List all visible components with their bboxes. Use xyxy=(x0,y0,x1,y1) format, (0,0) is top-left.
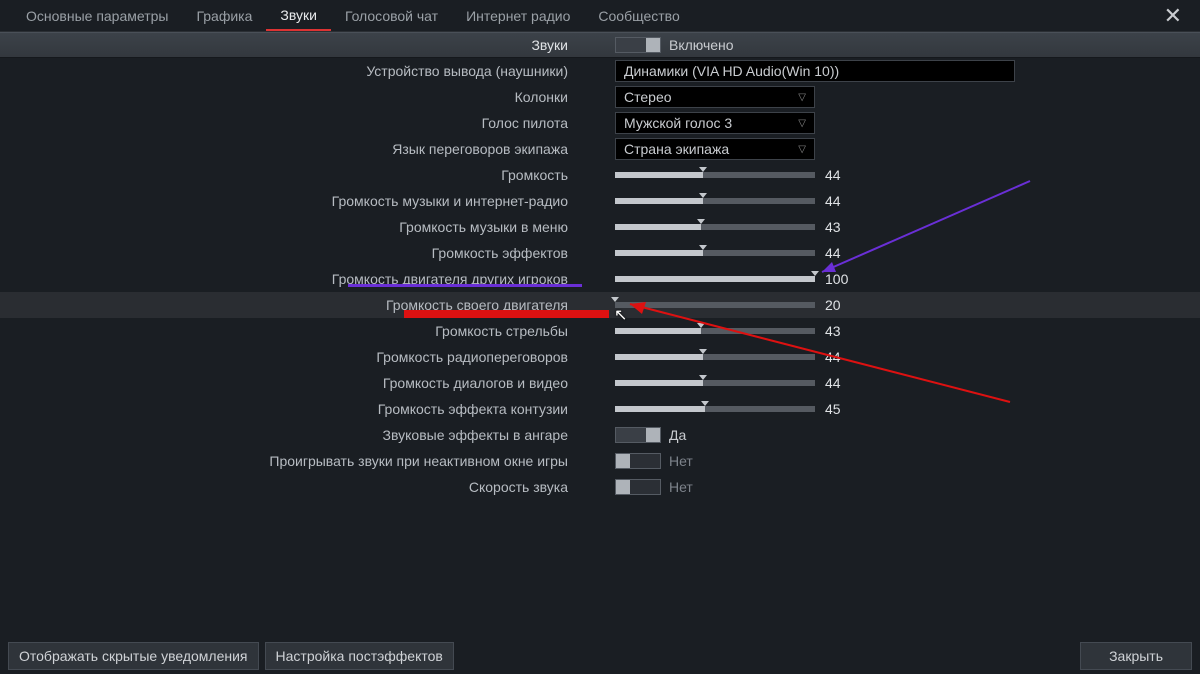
setting-label: Звуковые эффекты в ангаре xyxy=(0,427,580,443)
slider-value: 100 xyxy=(825,271,853,287)
setting-label: Громкость диалогов и видео xyxy=(0,375,580,391)
toggle-switch[interactable] xyxy=(615,479,661,495)
close-button[interactable]: Закрыть xyxy=(1080,642,1192,670)
setting-label: Громкость своего двигателя xyxy=(0,297,580,313)
tab-bar: Основные параметрыГрафикаЗвукиГолосовой … xyxy=(0,0,1200,32)
toggle-label: Нет xyxy=(669,453,693,469)
setting-label: Громкость радиопереговоров xyxy=(0,349,580,365)
setting-label: Устройство вывода (наушники) xyxy=(0,63,580,79)
toggle-label: Нет xyxy=(669,479,693,495)
slider[interactable] xyxy=(615,172,815,178)
slider[interactable] xyxy=(615,380,815,386)
setting-row: Устройство вывода (наушники) Динамики (VI… xyxy=(0,58,1200,84)
close-icon[interactable]: ✕ xyxy=(1158,3,1188,29)
toggle-switch[interactable] xyxy=(615,427,661,443)
chevron-down-icon: ▽ xyxy=(798,144,806,155)
dropdown[interactable]: Страна экипажа ▽ xyxy=(615,138,815,160)
sound-master-switch[interactable] xyxy=(615,37,661,53)
slider-value: 45 xyxy=(825,401,853,417)
slider[interactable] xyxy=(615,354,815,360)
slider-value: 44 xyxy=(825,167,853,183)
slider[interactable] xyxy=(615,250,815,256)
dropdown[interactable]: Динамики (VIA HD Audio(Win 10)) xyxy=(615,60,1015,82)
dropdown[interactable]: Стерео ▽ xyxy=(615,86,815,108)
slider-value: 44 xyxy=(825,245,853,261)
setting-label: Колонки xyxy=(0,89,580,105)
dropdown-value: Динамики (VIA HD Audio(Win 10)) xyxy=(624,63,839,79)
chevron-down-icon: ▽ xyxy=(798,92,806,103)
slider[interactable] xyxy=(615,198,815,204)
slider-value: 43 xyxy=(825,219,853,235)
setting-label: Проигрывать звуки при неактивном окне иг… xyxy=(0,453,580,469)
setting-label: Скорость звука xyxy=(0,479,580,495)
setting-row: Громкость диалогов и видео 44 xyxy=(0,370,1200,396)
dropdown-value: Стерео xyxy=(624,89,672,105)
slider[interactable] xyxy=(615,302,815,308)
setting-row: Громкость радиопереговоров 44 xyxy=(0,344,1200,370)
header-row: Звуки Включено xyxy=(0,32,1200,58)
dropdown[interactable]: Мужской голос 3 ▽ xyxy=(615,112,815,134)
setting-row: Проигрывать звуки при неактивном окне иг… xyxy=(0,448,1200,474)
footer-bar: Отображать скрытые уведомления Настройка… xyxy=(0,638,1200,674)
setting-row: Громкость музыки и интернет-радио 44 xyxy=(0,188,1200,214)
toggle-switch[interactable] xyxy=(615,453,661,469)
slider-value: 44 xyxy=(825,375,853,391)
sound-master-switch-label: Включено xyxy=(669,37,734,53)
setting-row: Громкость музыки в меню 43 xyxy=(0,214,1200,240)
slider-value: 44 xyxy=(825,193,853,209)
setting-row: Громкость 44 xyxy=(0,162,1200,188)
setting-row: Голос пилота Мужской голос 3 ▽ xyxy=(0,110,1200,136)
slider-value: 44 xyxy=(825,349,853,365)
setting-label: Громкость эффекта контузии xyxy=(0,401,580,417)
setting-label: Громкость музыки в меню xyxy=(0,219,580,235)
setting-row: Громкость эффекта контузии 45 xyxy=(0,396,1200,422)
slider[interactable] xyxy=(615,328,815,334)
tab-4[interactable]: Интернет радио xyxy=(452,1,584,30)
toggle-label: Да xyxy=(669,427,686,443)
header-label: Звуки xyxy=(0,37,580,53)
setting-label: Язык переговоров экипажа xyxy=(0,141,580,157)
slider[interactable] xyxy=(615,276,815,282)
dropdown-value: Страна экипажа xyxy=(624,141,729,157)
dropdown-value: Мужской голос 3 xyxy=(624,115,732,131)
tab-5[interactable]: Сообщество xyxy=(584,1,693,30)
slider[interactable] xyxy=(615,224,815,230)
setting-label: Голос пилота xyxy=(0,115,580,131)
slider[interactable] xyxy=(615,406,815,412)
tab-1[interactable]: Графика xyxy=(182,1,266,30)
settings-list: Устройство вывода (наушники) Динамики (VI… xyxy=(0,58,1200,500)
setting-row: Громкость эффектов 44 xyxy=(0,240,1200,266)
slider-value: 20 xyxy=(825,297,853,313)
show-hidden-notifications-button[interactable]: Отображать скрытые уведомления xyxy=(8,642,259,670)
setting-row: Громкость своего двигателя 20 xyxy=(0,292,1200,318)
setting-label: Громкость xyxy=(0,167,580,183)
tab-0[interactable]: Основные параметры xyxy=(12,1,182,30)
setting-row: Громкость стрельбы 43 xyxy=(0,318,1200,344)
slider-value: 43 xyxy=(825,323,853,339)
tab-2[interactable]: Звуки xyxy=(266,0,331,31)
setting-row: Скорость звука Нет xyxy=(0,474,1200,500)
setting-row: Колонки Стерео ▽ xyxy=(0,84,1200,110)
setting-label: Громкость эффектов xyxy=(0,245,580,261)
setting-row: Язык переговоров экипажа Страна экипажа ▽ xyxy=(0,136,1200,162)
tab-3[interactable]: Голосовой чат xyxy=(331,1,452,30)
setting-label: Громкость музыки и интернет-радио xyxy=(0,193,580,209)
setting-label: Громкость двигателя других игроков xyxy=(0,271,580,287)
setting-row: Звуковые эффекты в ангаре Да xyxy=(0,422,1200,448)
setting-row: Громкость двигателя других игроков 100 xyxy=(0,266,1200,292)
chevron-down-icon: ▽ xyxy=(798,118,806,129)
setting-label: Громкость стрельбы xyxy=(0,323,580,339)
posteffects-settings-button[interactable]: Настройка постэффектов xyxy=(265,642,454,670)
